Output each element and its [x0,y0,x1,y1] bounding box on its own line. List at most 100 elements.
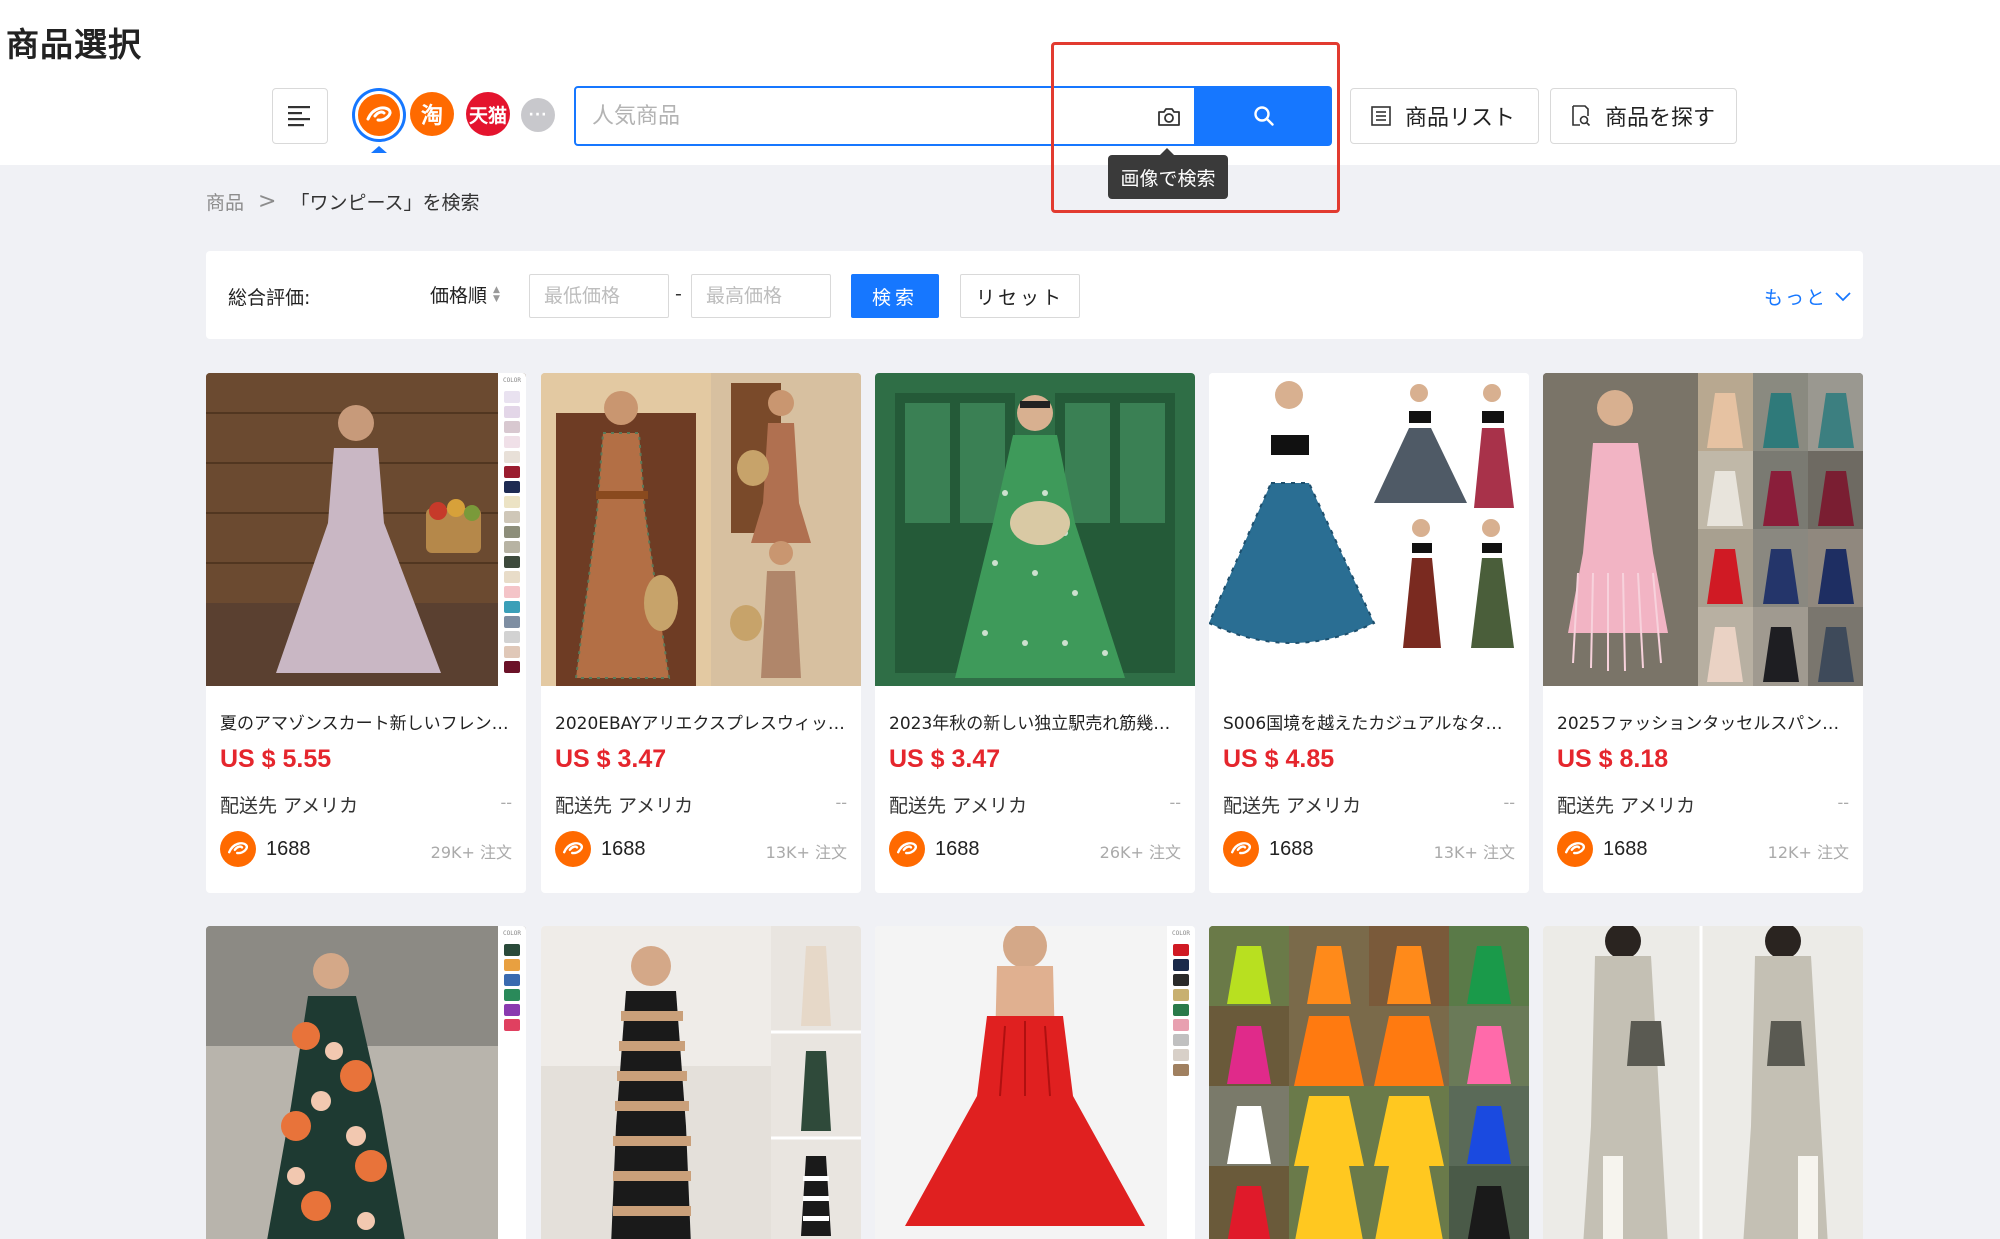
source-name: 1688 [935,837,980,860]
top-header: 商品選択 淘 天猫 ··· 人気商品 商品リスト 商品を探す [0,0,2000,165]
order-count: 29K+ 注文 [430,843,512,862]
document-search-icon [1572,105,1591,127]
color-swatch-strip: COLOR [1169,926,1193,1126]
product-price: US $ 3.47 [889,745,1001,773]
price-range-dash: - [675,283,682,305]
1688-logo-icon [366,106,392,122]
shipping-cost: -- [1837,793,1849,812]
shipping-cost: -- [1503,793,1515,812]
product-title[interactable]: 夏のアマゾンスカート新しいフレンチスタイルワンピース [220,709,512,734]
more-filters-toggle[interactable]: もっと [1764,283,1851,310]
find-product-button[interactable]: 商品を探す [1550,88,1737,144]
product-card[interactable]: 2020EBAYアリエクスプレスウィッシュ新作ワンピース US $ 3.47 配… [541,373,861,893]
1688-logo-icon [555,831,591,867]
more-filters-label: もっと [1764,287,1828,309]
product-title[interactable]: 2023年秋の新しい独立駅売れ筋幾何学柄ワンピース [889,709,1181,734]
order-count: 12K+ 注文 [1767,843,1849,862]
product-card[interactable]: COLOR [206,926,526,1239]
shipping-destination: 配送先 アメリカ [1557,795,1696,817]
1688-logo-icon [220,831,256,867]
swatch-strip-label: COLOR [1171,930,1191,937]
product-card[interactable]: S006国境を越えたカジュアルなタイダイスカート US $ 4.85 配送先 ア… [1209,373,1529,893]
max-price-input[interactable] [691,274,831,318]
breadcrumb-root[interactable]: 商品 [206,188,244,215]
filter-search-button[interactable]: 検索 [851,274,939,318]
menu-align-icon [288,106,310,127]
product-image[interactable]: COLOR [206,926,526,1239]
product-card[interactable] [1209,926,1529,1239]
product-card[interactable]: 2023年秋の新しい独立駅売れ筋幾何学柄ワンピース US $ 3.47 配送先 … [875,373,1195,893]
product-title[interactable]: 2020EBAYアリエクスプレスウィッシュ新作ワンピース [555,709,847,734]
1688-logo-icon [1223,831,1259,867]
product-list-button[interactable]: 商品リスト [1350,88,1539,144]
active-source-indicator [371,146,387,153]
breadcrumb: 商品 > 「ワンピース」を検索 [206,188,480,215]
chevron-down-icon [1835,291,1851,301]
tmall-source-icon[interactable]: 天猫 [466,92,510,136]
source-name: 1688 [266,837,311,860]
product-image[interactable] [1543,373,1863,686]
filter-bar: 総合評価: 価格順 ▲▼ - 検索 リセット もっと [206,251,1863,339]
shipping-destination: 配送先 アメリカ [1223,795,1362,817]
1688-source-icon[interactable] [355,91,403,139]
filter-reset-button[interactable]: リセット [960,274,1080,318]
product-list-label: 商品リスト [1405,106,1516,131]
product-card[interactable] [541,926,861,1239]
product-image[interactable] [875,373,1195,686]
source-name: 1688 [1269,837,1314,860]
1688-logo-icon [889,831,925,867]
color-swatch-strip: COLOR [500,926,524,1046]
breadcrumb-current: 「ワンピース」を検索 [290,192,480,214]
product-price: US $ 3.47 [555,745,667,773]
min-price-input[interactable] [529,274,669,318]
more-sources-icon[interactable]: ··· [521,98,555,132]
1688-logo-icon [1557,831,1593,867]
source-name: 1688 [1603,837,1648,860]
product-source: 1688 [220,831,311,867]
price-sort-label: 価格順 [430,285,488,307]
product-source: 1688 [1557,831,1648,867]
product-image[interactable] [1543,926,1863,1239]
price-sort-toggle[interactable]: 価格順 ▲ ▼ [430,281,500,308]
product-source: 1688 [555,831,646,867]
order-count: 13K+ 注文 [765,843,847,862]
product-image[interactable]: COLOR [875,926,1195,1239]
swatch-strip-label: COLOR [502,377,522,384]
list-icon [1371,106,1391,126]
product-image[interactable] [1209,926,1529,1239]
product-title[interactable]: S006国境を越えたカジュアルなタイダイスカート [1223,709,1515,734]
overall-rating-label: 総合評価: [228,287,311,309]
shipping-cost: -- [835,793,847,812]
shipping-destination: 配送先 アメリカ [555,795,694,817]
product-image[interactable]: COLOR [206,373,526,686]
product-source: 1688 [1223,831,1314,867]
product-price: US $ 4.85 [1223,745,1335,773]
breadcrumb-separator: > [258,189,277,214]
order-count: 26K+ 注文 [1099,843,1181,862]
product-card[interactable]: COLOR 夏のアマゾンスカート新しいフレンチスタイルワンピース US $ 5.… [206,373,526,893]
product-title[interactable]: 2025ファッションタッセルスパンコールドレス [1557,709,1849,734]
source-name: 1688 [601,837,646,860]
shipping-destination: 配送先 アメリカ [889,795,1028,817]
shipping-cost: -- [500,793,512,812]
product-image[interactable] [541,373,861,686]
product-card[interactable]: COLOR [875,926,1195,1239]
product-source: 1688 [889,831,980,867]
sort-arrows-icon: ▲ ▼ [493,284,500,304]
product-card[interactable] [1543,926,1863,1239]
taobao-source-icon[interactable]: 淘 [410,92,454,136]
color-swatch-strip: COLOR [500,373,524,686]
shipping-destination: 配送先 アメリカ [220,795,359,817]
product-image[interactable] [541,926,861,1239]
find-product-label: 商品を探す [1605,106,1716,131]
image-search-tooltip: 画像で検索 [1108,148,1228,199]
search-input[interactable] [592,98,1112,134]
order-count: 13K+ 注文 [1433,843,1515,862]
product-price: US $ 8.18 [1557,745,1669,773]
product-card[interactable]: 2025ファッションタッセルスパンコールドレス US $ 8.18 配送先 アメ… [1543,373,1863,893]
product-price: US $ 5.55 [220,745,332,773]
page-title: 商品選択 [6,25,142,64]
menu-toggle-button[interactable] [272,88,328,144]
product-image[interactable] [1209,373,1529,686]
swatch-strip-label: COLOR [502,930,522,937]
